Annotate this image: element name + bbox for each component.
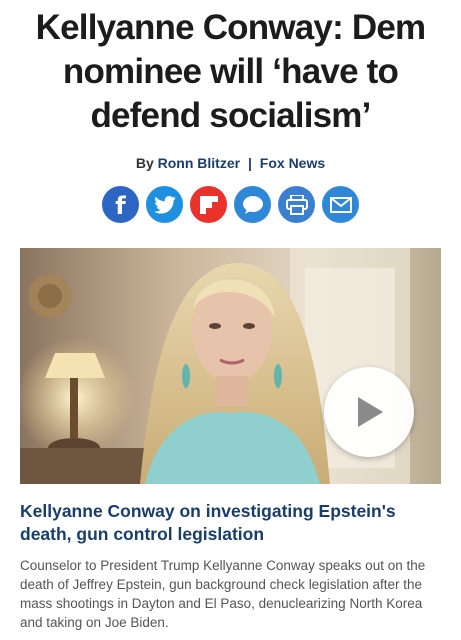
video-description: Counselor to President Trump Kellyanne C… xyxy=(20,558,426,630)
play-icon xyxy=(358,397,383,427)
author-link[interactable]: Ronn Blitzer xyxy=(158,155,240,171)
comment-button[interactable] xyxy=(234,186,271,223)
article-page: Kellyanne Conway: Dem nominee will ‘have… xyxy=(0,0,461,640)
play-button[interactable] xyxy=(324,367,414,457)
byline: By Ronn Blitzer | Fox News xyxy=(0,155,461,171)
flipboard-icon xyxy=(199,195,218,214)
email-icon xyxy=(329,196,352,213)
twitter-icon xyxy=(153,195,176,214)
video-title-link[interactable]: Kellyanne Conway on investigating Epstei… xyxy=(20,500,441,546)
byline-separator: | xyxy=(247,155,252,171)
print-button[interactable] xyxy=(278,186,315,223)
flipboard-share-button[interactable] xyxy=(190,186,227,223)
article-headline: Kellyanne Conway: Dem nominee will ‘have… xyxy=(35,8,427,135)
share-bar: f xyxy=(0,186,461,223)
source-link[interactable]: Fox News xyxy=(260,155,325,171)
byline-prefix: By xyxy=(135,155,154,171)
facebook-share-button[interactable]: f xyxy=(102,186,139,223)
twitter-share-button[interactable] xyxy=(146,186,183,223)
facebook-icon: f xyxy=(115,192,126,220)
video-player[interactable] xyxy=(20,248,441,484)
print-icon xyxy=(285,194,308,215)
email-share-button[interactable] xyxy=(322,186,359,223)
comment-icon xyxy=(242,195,263,214)
